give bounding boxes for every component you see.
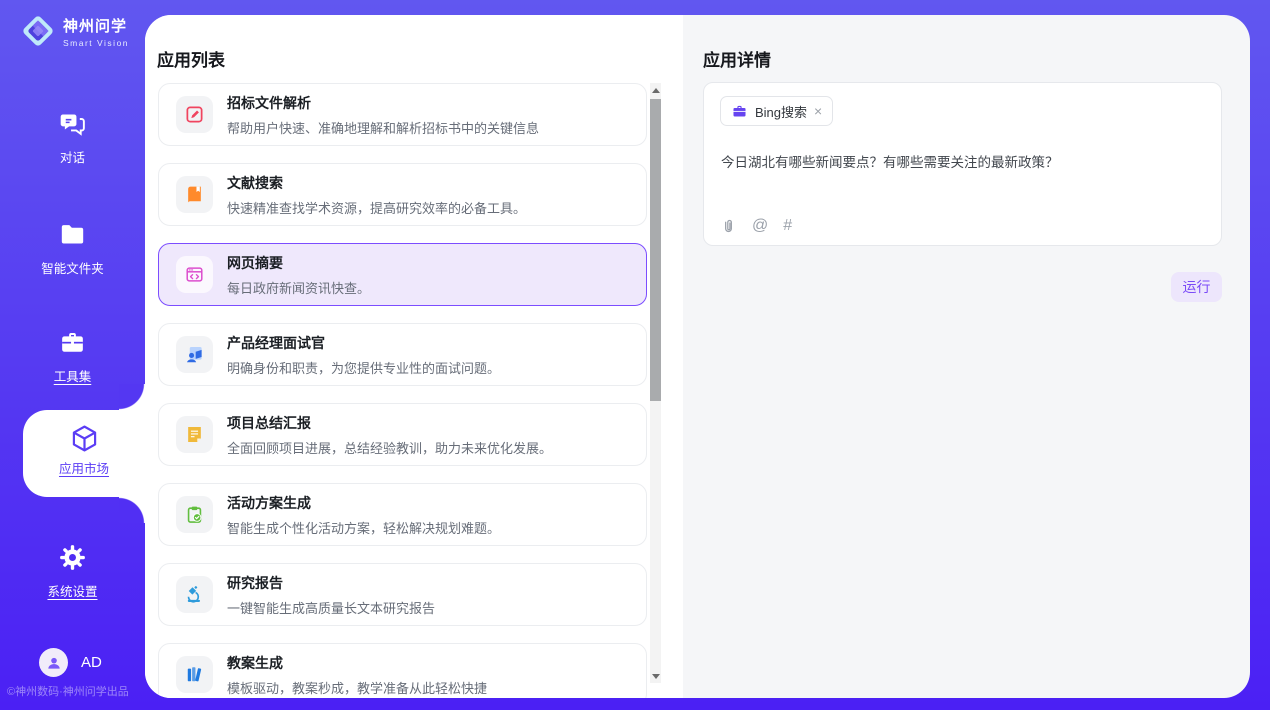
brand-logo: 神州问学 Smart Vision	[20, 13, 129, 49]
app-card[interactable]: 文献搜索快速精准查找学术资源，提高研究效率的必备工具。	[158, 163, 647, 226]
app-card-description: 一键智能生成高质量长文本研究报告	[227, 598, 435, 617]
sidebar-item-label: 系统设置	[0, 581, 145, 600]
sidebar-item-label: 智能文件夹	[0, 258, 145, 277]
hash-icon[interactable]: #	[783, 217, 792, 235]
sidebar-item-label: 应用市场	[23, 458, 145, 477]
app-icon-tile	[176, 96, 213, 133]
app-card-description: 智能生成个性化活动方案，轻松解决规划难题。	[227, 518, 500, 537]
app-frame: 神州问学 Smart Vision 对话智能文件夹工具集应用市场系统设置 AD …	[0, 0, 1270, 710]
selected-tab-curve-top	[119, 384, 145, 410]
app-card[interactable]: 产品经理面试官明确身份和职责，为您提供专业性的面试问题。	[158, 323, 647, 386]
run-button[interactable]: 运行	[1171, 272, 1222, 302]
microscope-icon	[185, 585, 204, 604]
toolbox-icon	[59, 329, 86, 356]
scrollbar-thumb[interactable]	[650, 99, 661, 401]
app-card[interactable]: 研究报告一键智能生成高质量长文本研究报告	[158, 563, 647, 626]
app-icon-tile	[176, 576, 213, 613]
chip-close-icon[interactable]: ×	[814, 104, 822, 118]
chat-icon	[59, 110, 86, 137]
selected-tab-curve-bottom	[119, 497, 145, 523]
app-card-title: 招标文件解析	[227, 93, 539, 113]
app-card-title: 教案生成	[227, 653, 487, 673]
brand-name: 神州问学	[63, 15, 129, 36]
app-card-title: 网页摘要	[227, 253, 370, 273]
app-card-title: 项目总结汇报	[227, 413, 552, 433]
app-card[interactable]: 项目总结汇报全面回顾项目进展，总结经验教训，助力未来优化发展。	[158, 403, 647, 466]
app-icon-tile	[176, 176, 213, 213]
app-card-title: 产品经理面试官	[227, 333, 500, 353]
app-card[interactable]: 活动方案生成智能生成个性化活动方案，轻松解决规划难题。	[158, 483, 647, 546]
sidebar-item-label: 工具集	[0, 366, 145, 385]
app-icon-tile	[176, 656, 213, 693]
app-list-title: 应用列表	[157, 46, 225, 71]
app-card[interactable]: 网页摘要每日政府新闻资讯快查。	[158, 243, 647, 306]
app-card-list: 招标文件解析帮助用户快速、准确地理解和解析招标书中的关键信息文献搜索快速精准查找…	[158, 83, 647, 698]
prompt-input[interactable]: 今日湖北有哪些新闻要点？有哪些需要关注的最新政策？	[721, 151, 1205, 171]
app-icon-tile	[176, 336, 213, 373]
scroll-up-icon[interactable]	[650, 83, 661, 97]
app-card-title: 活动方案生成	[227, 493, 500, 513]
app-detail-title: 应用详情	[703, 46, 771, 71]
note-icon	[185, 425, 204, 444]
avatar[interactable]	[39, 648, 68, 677]
copyright: ©神州数码·神州问学出品	[7, 683, 145, 699]
books-icon	[185, 665, 204, 684]
mention-icon[interactable]: @	[752, 217, 768, 235]
app-card[interactable]: 招标文件解析帮助用户快速、准确地理解和解析招标书中的关键信息	[158, 83, 647, 146]
user-account[interactable]: AD	[39, 648, 102, 677]
doc-edit-icon	[185, 105, 204, 124]
app-card-description: 明确身份和职责，为您提供专业性的面试问题。	[227, 358, 500, 377]
app-card-description: 每日政府新闻资讯快查。	[227, 278, 370, 297]
sidebar-item-folders[interactable]: 智能文件夹	[0, 221, 145, 277]
paperclip-icon[interactable]	[720, 218, 737, 235]
content-area: 应用列表 招标文件解析帮助用户快速、准确地理解和解析招标书中的关键信息文献搜索快…	[145, 15, 1250, 698]
gear-icon	[59, 544, 86, 571]
sidebar-item-settings[interactable]: 系统设置	[0, 544, 145, 600]
scrollbar[interactable]	[650, 83, 661, 683]
app-card[interactable]: 教案生成模板驱动，教案秒成，教学准备从此轻松快捷	[158, 643, 647, 698]
sidebar-item-chat[interactable]: 对话	[0, 110, 145, 166]
app-card-title: 研究报告	[227, 573, 435, 593]
book-icon	[185, 185, 204, 204]
user-initials: AD	[81, 654, 102, 671]
sidebar-item-tools[interactable]: 工具集	[0, 329, 145, 385]
prompt-card: Bing搜索 × 今日湖北有哪些新闻要点？有哪些需要关注的最新政策？ @ #	[703, 82, 1222, 246]
app-detail-panel: 应用详情 Bing搜索 × 今日湖北有哪些新闻要点？有哪些需要关注的最新政策？	[683, 15, 1250, 698]
clipboard-check-icon	[185, 505, 204, 524]
sidebar: 神州问学 Smart Vision 对话智能文件夹工具集应用市场系统设置 AD …	[0, 0, 145, 710]
cube-icon	[69, 423, 100, 450]
composer-toolbar: @ #	[720, 217, 792, 235]
app-card-description: 全面回顾项目进展，总结经验教训，助力未来优化发展。	[227, 438, 552, 457]
app-list-panel: 应用列表 招标文件解析帮助用户快速、准确地理解和解析招标书中的关键信息文献搜索快…	[145, 15, 683, 698]
app-icon-tile	[176, 416, 213, 453]
app-icon-tile	[176, 256, 213, 293]
app-card-description: 快速精准查找学术资源，提高研究效率的必备工具。	[227, 198, 526, 217]
brand-diamond-icon	[20, 13, 56, 49]
app-card-description: 帮助用户快速、准确地理解和解析招标书中的关键信息	[227, 118, 539, 137]
app-card-description: 模板驱动，教案秒成，教学准备从此轻松快捷	[227, 678, 487, 697]
briefcase-icon	[731, 103, 748, 120]
app-card-title: 文献搜索	[227, 173, 526, 193]
folder-icon	[59, 221, 86, 248]
scroll-down-icon[interactable]	[650, 669, 661, 683]
sidebar-item-market[interactable]: 应用市场	[23, 410, 145, 497]
tool-chip-label: Bing搜索	[755, 102, 807, 121]
web-code-icon	[185, 265, 204, 284]
interview-icon	[185, 345, 204, 364]
app-icon-tile	[176, 496, 213, 533]
sidebar-item-label: 对话	[0, 147, 145, 166]
brand-tagline: Smart Vision	[63, 38, 129, 48]
tool-chip-bing-search[interactable]: Bing搜索 ×	[720, 96, 833, 126]
